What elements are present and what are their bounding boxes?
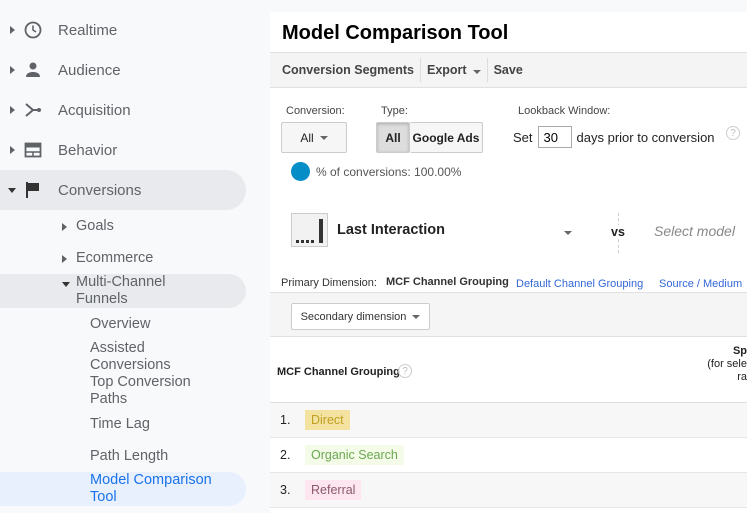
table-header: MCF Channel Grouping ? Sp (for sele ra xyxy=(270,336,747,403)
expand-icon xyxy=(10,66,15,74)
expand-icon xyxy=(62,223,67,231)
expand-icon xyxy=(10,106,15,114)
conversion-dropdown[interactable]: All xyxy=(281,122,347,153)
export-button[interactable]: Export xyxy=(421,58,488,82)
model-name[interactable]: Last Interaction xyxy=(337,222,445,238)
person-icon xyxy=(24,61,42,79)
sidebar-item-time-lag[interactable]: Time Lag xyxy=(90,416,150,433)
column-header-spend[interactable]: Sp (for sele ra xyxy=(707,345,747,384)
sidebar-item-conversions[interactable]: Conversions xyxy=(0,170,246,210)
sidebar-item-audience[interactable]: Audience xyxy=(0,50,246,90)
chevron-down-icon xyxy=(319,135,328,140)
acquisition-icon xyxy=(24,101,42,119)
collapse-icon xyxy=(8,187,16,193)
tab-mcf-channel-grouping[interactable]: MCF Channel Grouping xyxy=(386,276,509,288)
lookback-label: Lookback Window: xyxy=(518,105,611,117)
percent-conversions: % of conversions: 100.00% xyxy=(316,165,462,179)
select-model-dropdown[interactable]: Select model xyxy=(654,223,735,239)
type-toggle: All Google Ads xyxy=(376,122,483,153)
help-icon[interactable]: ? xyxy=(398,364,412,378)
sidebar-item-acquisition[interactable]: Acquisition xyxy=(0,90,246,130)
conversion-label: Conversion: xyxy=(286,105,345,117)
sidebar-item-model-comparison-tool[interactable]: Model Comparison Tool xyxy=(90,472,220,506)
sidebar-item-behavior[interactable]: Behavior xyxy=(0,130,246,170)
table-row: 3. Referral xyxy=(270,473,747,508)
column-header-mcf-channel-grouping[interactable]: MCF Channel Grouping xyxy=(277,366,400,378)
lookback-window: Set days prior to conversion xyxy=(513,126,715,148)
secondary-dimension-dropdown[interactable]: Secondary dimension xyxy=(291,303,430,330)
clock-icon xyxy=(24,21,42,39)
page-title: Model Comparison Tool xyxy=(282,22,509,44)
expand-icon xyxy=(62,255,67,263)
chevron-down-icon xyxy=(412,314,421,319)
table-row: 1. Direct xyxy=(270,403,747,438)
tab-default-channel-grouping[interactable]: Default Channel Grouping xyxy=(516,278,643,290)
sidebar: Realtime Audience Acquisition Behavior C… xyxy=(0,0,270,513)
behavior-icon xyxy=(24,141,42,159)
sidebar-item-goals[interactable]: Goals xyxy=(62,218,114,235)
conversion-segments-button[interactable]: Conversion Segments xyxy=(270,58,421,82)
sidebar-item-top-conversion-paths[interactable]: Top Conversion Paths xyxy=(90,374,210,408)
series-dot-icon xyxy=(291,162,310,181)
expand-icon xyxy=(10,146,15,154)
toolbar: Conversion Segments Export Save xyxy=(270,52,747,88)
collapse-icon xyxy=(62,282,70,287)
channel-direct-link[interactable]: Direct xyxy=(305,410,350,430)
expand-icon xyxy=(10,26,15,34)
type-google-ads-button[interactable]: Google Ads xyxy=(410,122,483,153)
sidebar-item-multi-channel-funnels[interactable]: Multi-Channel Funnels xyxy=(62,274,196,308)
type-label: Type: xyxy=(381,105,408,117)
sidebar-item-path-length[interactable]: Path Length xyxy=(90,448,168,465)
chevron-down-icon xyxy=(472,70,481,74)
tab-source-medium[interactable]: Source / Medium xyxy=(659,278,742,290)
flag-icon xyxy=(24,181,42,199)
help-icon[interactable]: ? xyxy=(726,126,740,140)
sidebar-item-realtime[interactable]: Realtime xyxy=(0,10,246,50)
last-interaction-model-icon xyxy=(291,213,328,247)
type-all-button[interactable]: All xyxy=(376,122,410,153)
channel-organic-search-link[interactable]: Organic Search xyxy=(305,445,404,465)
sidebar-item-ecommerce[interactable]: Ecommerce xyxy=(62,250,153,267)
sidebar-item-overview[interactable]: Overview xyxy=(90,316,150,333)
table-row: 2. Organic Search xyxy=(270,438,747,473)
vs-label: vs xyxy=(611,225,625,239)
primary-dimension-label: Primary Dimension: xyxy=(281,277,377,289)
sidebar-item-assisted-conversions[interactable]: Assisted Conversions xyxy=(90,340,190,374)
channel-referral-link[interactable]: Referral xyxy=(305,480,362,500)
lookback-days-input[interactable] xyxy=(537,126,572,148)
save-button[interactable]: Save xyxy=(488,58,529,82)
main-content: Model Comparison Tool Conversion Segment… xyxy=(270,12,747,513)
model-dropdown-icon[interactable] xyxy=(564,231,572,235)
